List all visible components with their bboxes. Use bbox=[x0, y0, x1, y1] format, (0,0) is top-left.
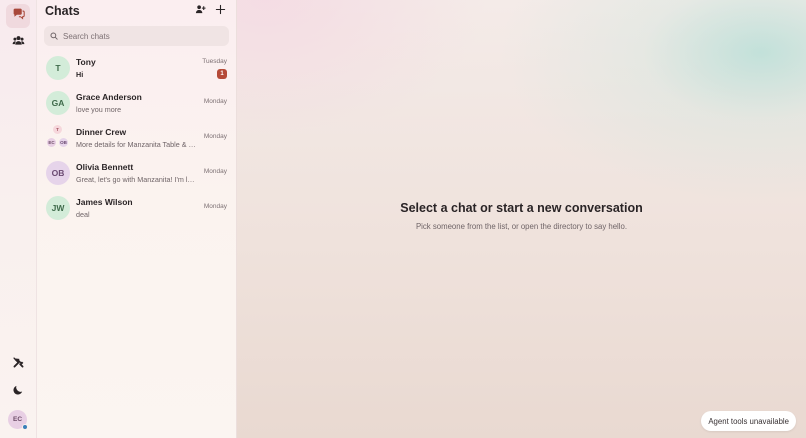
rail-tools-button[interactable] bbox=[6, 353, 30, 377]
search-input[interactable] bbox=[63, 31, 223, 41]
app-window: EC Chats T Tony Hi Tuesday bbox=[0, 0, 806, 438]
empty-state-subtitle: Pick someone from the list, or open the … bbox=[415, 222, 628, 231]
group-member-avatar: T bbox=[52, 124, 63, 135]
chat-time: Tuesday bbox=[202, 58, 227, 65]
chat-time: Monday bbox=[203, 98, 227, 105]
chat-preview: deal bbox=[76, 210, 90, 219]
chat-name: Grace Anderson bbox=[76, 92, 142, 102]
group-member-avatar: OB bbox=[58, 137, 69, 148]
chat-name: James Wilson bbox=[76, 197, 133, 207]
avatar: OB bbox=[46, 161, 70, 185]
chat-bubbles-icon bbox=[12, 7, 25, 25]
add-person-icon bbox=[195, 2, 206, 20]
chat-time: Monday bbox=[203, 133, 227, 140]
search-box[interactable] bbox=[44, 26, 229, 46]
group-member-avatar: EC bbox=[46, 137, 57, 148]
group-avatar: T EC OB bbox=[46, 124, 72, 152]
avatar: JW bbox=[46, 196, 70, 220]
conversation-area: Select a chat or start a new conversatio… bbox=[237, 0, 806, 438]
empty-state-title: Select a chat or start a new conversatio… bbox=[400, 201, 643, 215]
chat-preview: Hi bbox=[76, 70, 84, 79]
online-status-dot bbox=[22, 424, 28, 430]
chat-list-panel: Chats T Tony Hi Tuesday 1 GA bbox=[37, 0, 237, 438]
chat-item-james-wilson[interactable]: JW James Wilson deal Monday bbox=[37, 192, 236, 226]
chat-preview: More details for Manzanita Table & Bar -… bbox=[76, 140, 198, 149]
rail-theme-button[interactable] bbox=[6, 380, 30, 404]
unread-badge: 1 bbox=[217, 69, 227, 79]
plus-icon bbox=[215, 2, 226, 20]
rail-directory-button[interactable] bbox=[6, 31, 30, 55]
chat-preview: love you more bbox=[76, 105, 122, 114]
agent-status-pill: Agent tools unavailable bbox=[701, 411, 796, 431]
agent-status-label: Agent tools unavailable bbox=[708, 416, 789, 426]
rail-chats-button[interactable] bbox=[6, 4, 30, 28]
avatar: T bbox=[46, 56, 70, 80]
avatar: GA bbox=[46, 91, 70, 115]
chat-name: Tony bbox=[76, 57, 96, 67]
user-initials: EC bbox=[12, 416, 23, 423]
people-icon bbox=[12, 34, 25, 52]
chat-preview: Great, let's go with Manzanita! I'm look… bbox=[76, 175, 198, 184]
chat-item-olivia-bennett[interactable]: OB Olivia Bennett Great, let's go with M… bbox=[37, 157, 236, 191]
chat-name: Dinner Crew bbox=[76, 127, 127, 137]
chat-name: Olivia Bennett bbox=[76, 162, 134, 172]
panel-title: Chats bbox=[45, 4, 80, 18]
chat-item-tony[interactable]: T Tony Hi Tuesday 1 bbox=[37, 52, 236, 86]
moon-icon bbox=[12, 383, 25, 401]
add-contact-button[interactable] bbox=[193, 4, 207, 18]
nav-rail: EC bbox=[0, 0, 37, 438]
chat-time: Monday bbox=[203, 168, 227, 175]
chat-time: Monday bbox=[203, 203, 227, 210]
tools-icon bbox=[12, 356, 25, 374]
new-chat-button[interactable] bbox=[213, 4, 227, 18]
search-icon bbox=[50, 27, 58, 45]
user-avatar[interactable]: EC bbox=[8, 410, 28, 430]
chat-item-dinner-crew[interactable]: T EC OB Dinner Crew More details for Man… bbox=[37, 122, 236, 156]
chat-item-grace-anderson[interactable]: GA Grace Anderson love you more Monday bbox=[37, 87, 236, 121]
